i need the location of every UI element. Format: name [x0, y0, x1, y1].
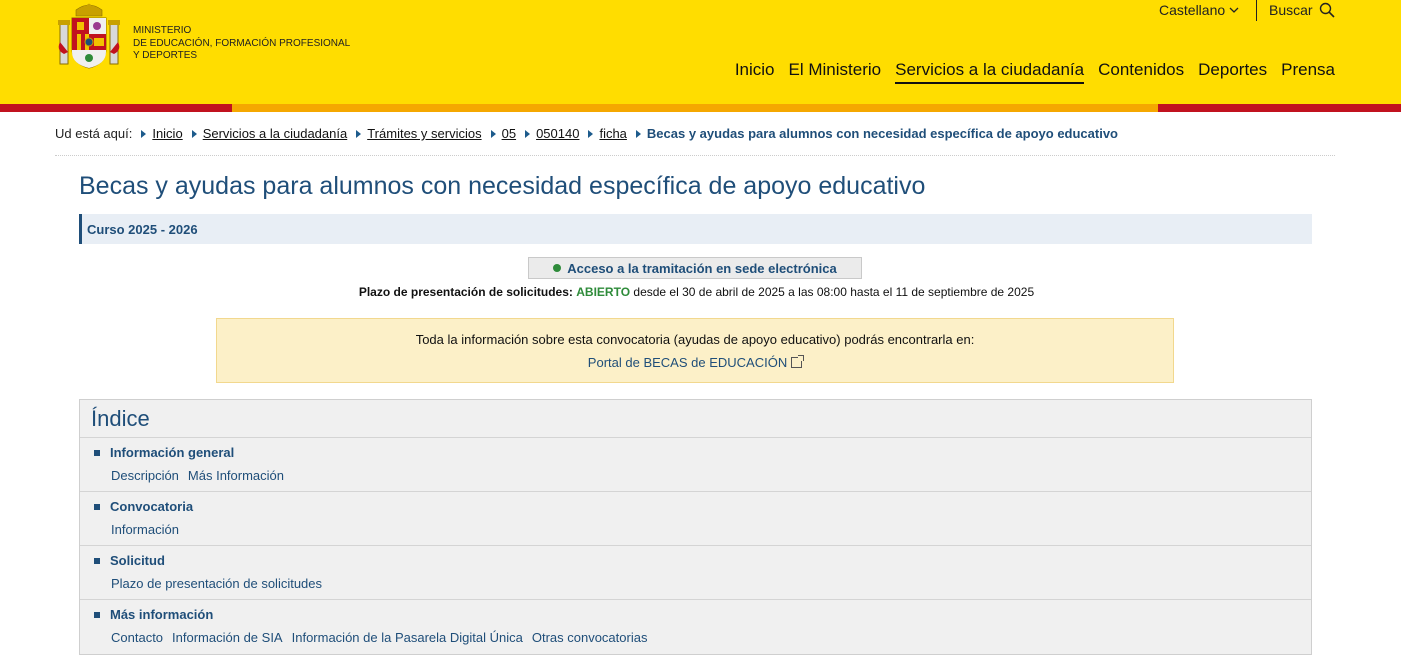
- search-icon: [1319, 2, 1335, 18]
- index-section-heading[interactable]: Más información: [94, 607, 213, 622]
- breadcrumb-current: Becas y ayudas para alumnos con necesida…: [646, 126, 1119, 141]
- arrow-right-icon: [588, 129, 594, 138]
- breadcrumb-item: ficha: [579, 126, 627, 141]
- info-notice: Toda la información sobre esta convocato…: [216, 318, 1174, 383]
- sede-electronica-label: Acceso a la tramitación en sede electrón…: [567, 260, 837, 276]
- nav-inicio[interactable]: Inicio: [735, 60, 775, 84]
- ministry-name[interactable]: MINISTERIO DE EDUCACIÓN, FORMACIÓN PROFE…: [133, 25, 350, 63]
- breadcrumb-link-05[interactable]: 05: [502, 126, 516, 141]
- arrow-right-icon: [141, 129, 147, 138]
- index-section-mas-informacion: Más información Contacto Información de …: [80, 600, 1311, 654]
- index-heading-label: Solicitud: [110, 553, 165, 568]
- breadcrumb-prefix: Ud está aquí:: [55, 126, 133, 141]
- portal-becas-link[interactable]: Portal de BECAS de EDUCACIÓN: [588, 355, 787, 370]
- arrow-right-icon: [490, 129, 496, 138]
- index-link-pasarela[interactable]: Información de la Pasarela Digital Única: [292, 630, 523, 645]
- header-stripe-red-right: [1158, 104, 1401, 112]
- nav-deportes[interactable]: Deportes: [1198, 60, 1267, 84]
- nav-el-ministerio[interactable]: El Ministerio: [789, 60, 882, 84]
- index-link-sia[interactable]: Información de SIA: [172, 630, 283, 645]
- site-header: MINISTERIO DE EDUCACIÓN, FORMACIÓN PROFE…: [0, 0, 1401, 104]
- plazo-label: Plazo de presentación de solicitudes:: [358, 285, 573, 299]
- plazo-dates: desde el 30 de abril de 2025 a las 08:00…: [633, 285, 1035, 299]
- index-heading-label: Más información: [110, 607, 214, 622]
- header-stripe-red-left: [0, 104, 232, 112]
- index-section-links: Plazo de presentación de solicitudes: [111, 576, 322, 591]
- language-label: Castellano: [1159, 2, 1226, 18]
- course-bar: Curso 2025 - 2026: [79, 214, 1312, 244]
- arrow-right-icon: [356, 129, 362, 138]
- page-title: Becas y ayudas para alumnos con necesida…: [79, 172, 926, 200]
- index-section-convocatoria: Convocatoria Información: [80, 492, 1311, 546]
- nav-contenidos[interactable]: Contenidos: [1098, 60, 1184, 84]
- index-link-mas-informacion[interactable]: Más Información: [188, 468, 284, 483]
- language-select[interactable]: Castellano: [1159, 2, 1239, 18]
- index-title: Índice: [80, 400, 1311, 438]
- square-bullet-icon: [94, 449, 100, 456]
- plazo-presentacion: Plazo de presentación de solicitudes: AB…: [0, 285, 1393, 299]
- square-bullet-icon: [94, 503, 100, 510]
- index-section-heading[interactable]: Convocatoria: [94, 499, 193, 514]
- coat-of-arms-logo[interactable]: [58, 2, 120, 70]
- search-label: Buscar: [1269, 2, 1313, 18]
- index-link-plazo[interactable]: Plazo de presentación de solicitudes: [111, 576, 322, 591]
- arrow-right-icon: [191, 129, 197, 138]
- ministry-name-line-3: Y DEPORTES: [133, 50, 198, 61]
- arrow-right-icon: [635, 129, 641, 138]
- index-section-heading[interactable]: Información general: [94, 445, 234, 460]
- index-link-contacto[interactable]: Contacto: [111, 630, 163, 645]
- header-stripe-gold: [232, 104, 1158, 112]
- index-link-otras-convocatorias[interactable]: Otras convocatorias: [532, 630, 648, 645]
- breadcrumb-item: 05: [482, 126, 516, 141]
- index-section-links: Contacto Información de SIA Información …: [111, 630, 647, 645]
- info-notice-text: Toda la información sobre esta convocato…: [415, 332, 975, 347]
- breadcrumb-item: Servicios a la ciudadanía: [183, 126, 348, 141]
- nav-prensa[interactable]: Prensa: [1281, 60, 1335, 84]
- nav-servicios-ciudadania[interactable]: Servicios a la ciudadanía: [895, 60, 1085, 84]
- arrow-right-icon: [525, 129, 531, 138]
- index-heading-label: Información general: [110, 445, 235, 460]
- index-heading-label: Convocatoria: [110, 499, 194, 514]
- main-nav: Inicio El Ministerio Servicios a la ciud…: [735, 60, 1335, 84]
- ministry-name-line-2: DE EDUCACIÓN, FORMACIÓN PROFESIONAL: [133, 37, 351, 49]
- status-dot-icon: [553, 264, 562, 272]
- breadcrumb-item: 050140: [516, 126, 579, 141]
- breadcrumb-divider: [55, 155, 1335, 156]
- index-link-informacion[interactable]: Información: [111, 522, 179, 537]
- chevron-down-icon: [1229, 7, 1239, 13]
- index-link-descripcion[interactable]: Descripción: [111, 468, 179, 483]
- square-bullet-icon: [94, 611, 100, 618]
- index-section-links: Descripción Más Información: [111, 468, 284, 483]
- index-section-heading[interactable]: Solicitud: [94, 553, 165, 568]
- breadcrumb-link-050140[interactable]: 050140: [536, 126, 579, 141]
- ministry-name-line-1: MINISTERIO: [133, 25, 192, 36]
- header-divider: [1256, 0, 1257, 21]
- index-section-solicitud: Solicitud Plazo de presentación de solic…: [80, 546, 1311, 600]
- plazo-status-badge: ABIERTO: [576, 285, 631, 299]
- breadcrumb-link-inicio[interactable]: Inicio: [152, 126, 182, 141]
- breadcrumb-item: Becas y ayudas para alumnos con necesida…: [627, 126, 1118, 141]
- square-bullet-icon: [94, 557, 100, 564]
- breadcrumb: Ud está aquí: Inicio Servicios a la ciud…: [55, 126, 1335, 141]
- breadcrumb-link-servicios[interactable]: Servicios a la ciudadanía: [203, 126, 348, 141]
- breadcrumb-link-tramites[interactable]: Trámites y servicios: [367, 126, 481, 141]
- index-panel: Índice Información general Descripción M…: [79, 399, 1312, 655]
- search-button[interactable]: Buscar: [1269, 2, 1335, 18]
- sede-electronica-button[interactable]: Acceso a la tramitación en sede electrón…: [528, 257, 862, 279]
- breadcrumb-item: Inicio: [132, 126, 183, 141]
- breadcrumb-link-ficha[interactable]: ficha: [599, 126, 626, 141]
- breadcrumb-item: Trámites y servicios: [347, 126, 482, 141]
- index-section-links: Información: [111, 522, 179, 537]
- external-link-icon: [791, 355, 805, 368]
- index-section-informacion-general: Información general Descripción Más Info…: [80, 438, 1311, 492]
- info-notice-link-row: Portal de BECAS de EDUCACIÓN: [217, 355, 1173, 370]
